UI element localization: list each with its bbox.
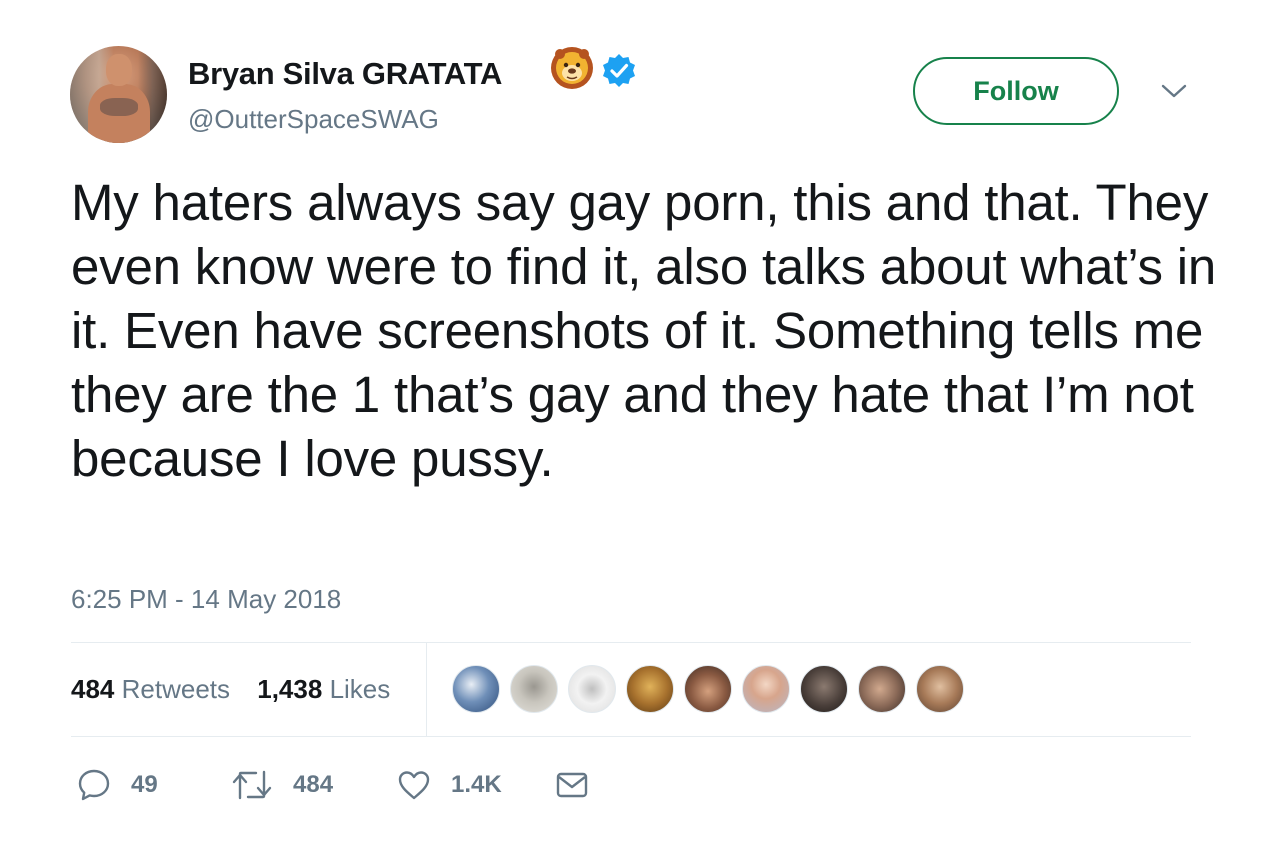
like-button[interactable]: 1.4K <box>397 762 502 808</box>
liker-avatar[interactable] <box>510 665 558 713</box>
retweet-button[interactable]: 484 <box>231 762 333 808</box>
reply-button[interactable]: 49 <box>77 762 158 808</box>
author-avatar[interactable] <box>70 46 167 143</box>
liker-avatar[interactable] <box>568 665 616 713</box>
likes-stat[interactable]: 1,438 Likes <box>257 674 390 705</box>
liker-avatar[interactable] <box>858 665 906 713</box>
verified-badge-icon <box>603 54 635 87</box>
tweet-timestamp[interactable]: 6:25 PM - 14 May 2018 <box>71 584 341 615</box>
liker-avatar[interactable] <box>452 665 500 713</box>
liker-avatar[interactable] <box>800 665 848 713</box>
retweets-count: 484 <box>71 674 115 704</box>
retweet-icon <box>232 770 272 800</box>
author-handle[interactable]: @OutterSpaceSWAG <box>188 104 439 135</box>
retweets-label: Retweets <box>121 674 231 704</box>
divider <box>426 643 427 736</box>
tweet-stats: 484 Retweets 1,438 Likes <box>71 674 390 705</box>
retweets-stat[interactable]: 484 Retweets <box>71 674 230 705</box>
reply-icon <box>78 769 110 801</box>
liker-avatar[interactable] <box>916 665 964 713</box>
follow-button[interactable]: Follow <box>913 57 1119 125</box>
like-count: 1.4K <box>451 771 502 798</box>
envelope-icon <box>556 772 588 798</box>
likes-count: 1,438 <box>257 674 323 704</box>
direct-message-button[interactable] <box>555 762 589 808</box>
liker-avatar[interactable] <box>684 665 732 713</box>
divider <box>71 736 1191 737</box>
tweet-text: My haters always say gay porn, this and … <box>71 174 1217 487</box>
heart-icon <box>398 771 430 800</box>
chevron-down-icon[interactable] <box>1160 82 1188 100</box>
lion-face-icon <box>551 47 593 89</box>
reply-count: 49 <box>131 771 158 798</box>
author-display-name[interactable]: Bryan Silva GRATATA <box>188 56 502 92</box>
liker-avatar[interactable] <box>626 665 674 713</box>
divider <box>71 642 1191 643</box>
likes-label: Likes <box>329 674 391 704</box>
retweet-count: 484 <box>293 771 334 798</box>
liker-avatar[interactable] <box>742 665 790 713</box>
